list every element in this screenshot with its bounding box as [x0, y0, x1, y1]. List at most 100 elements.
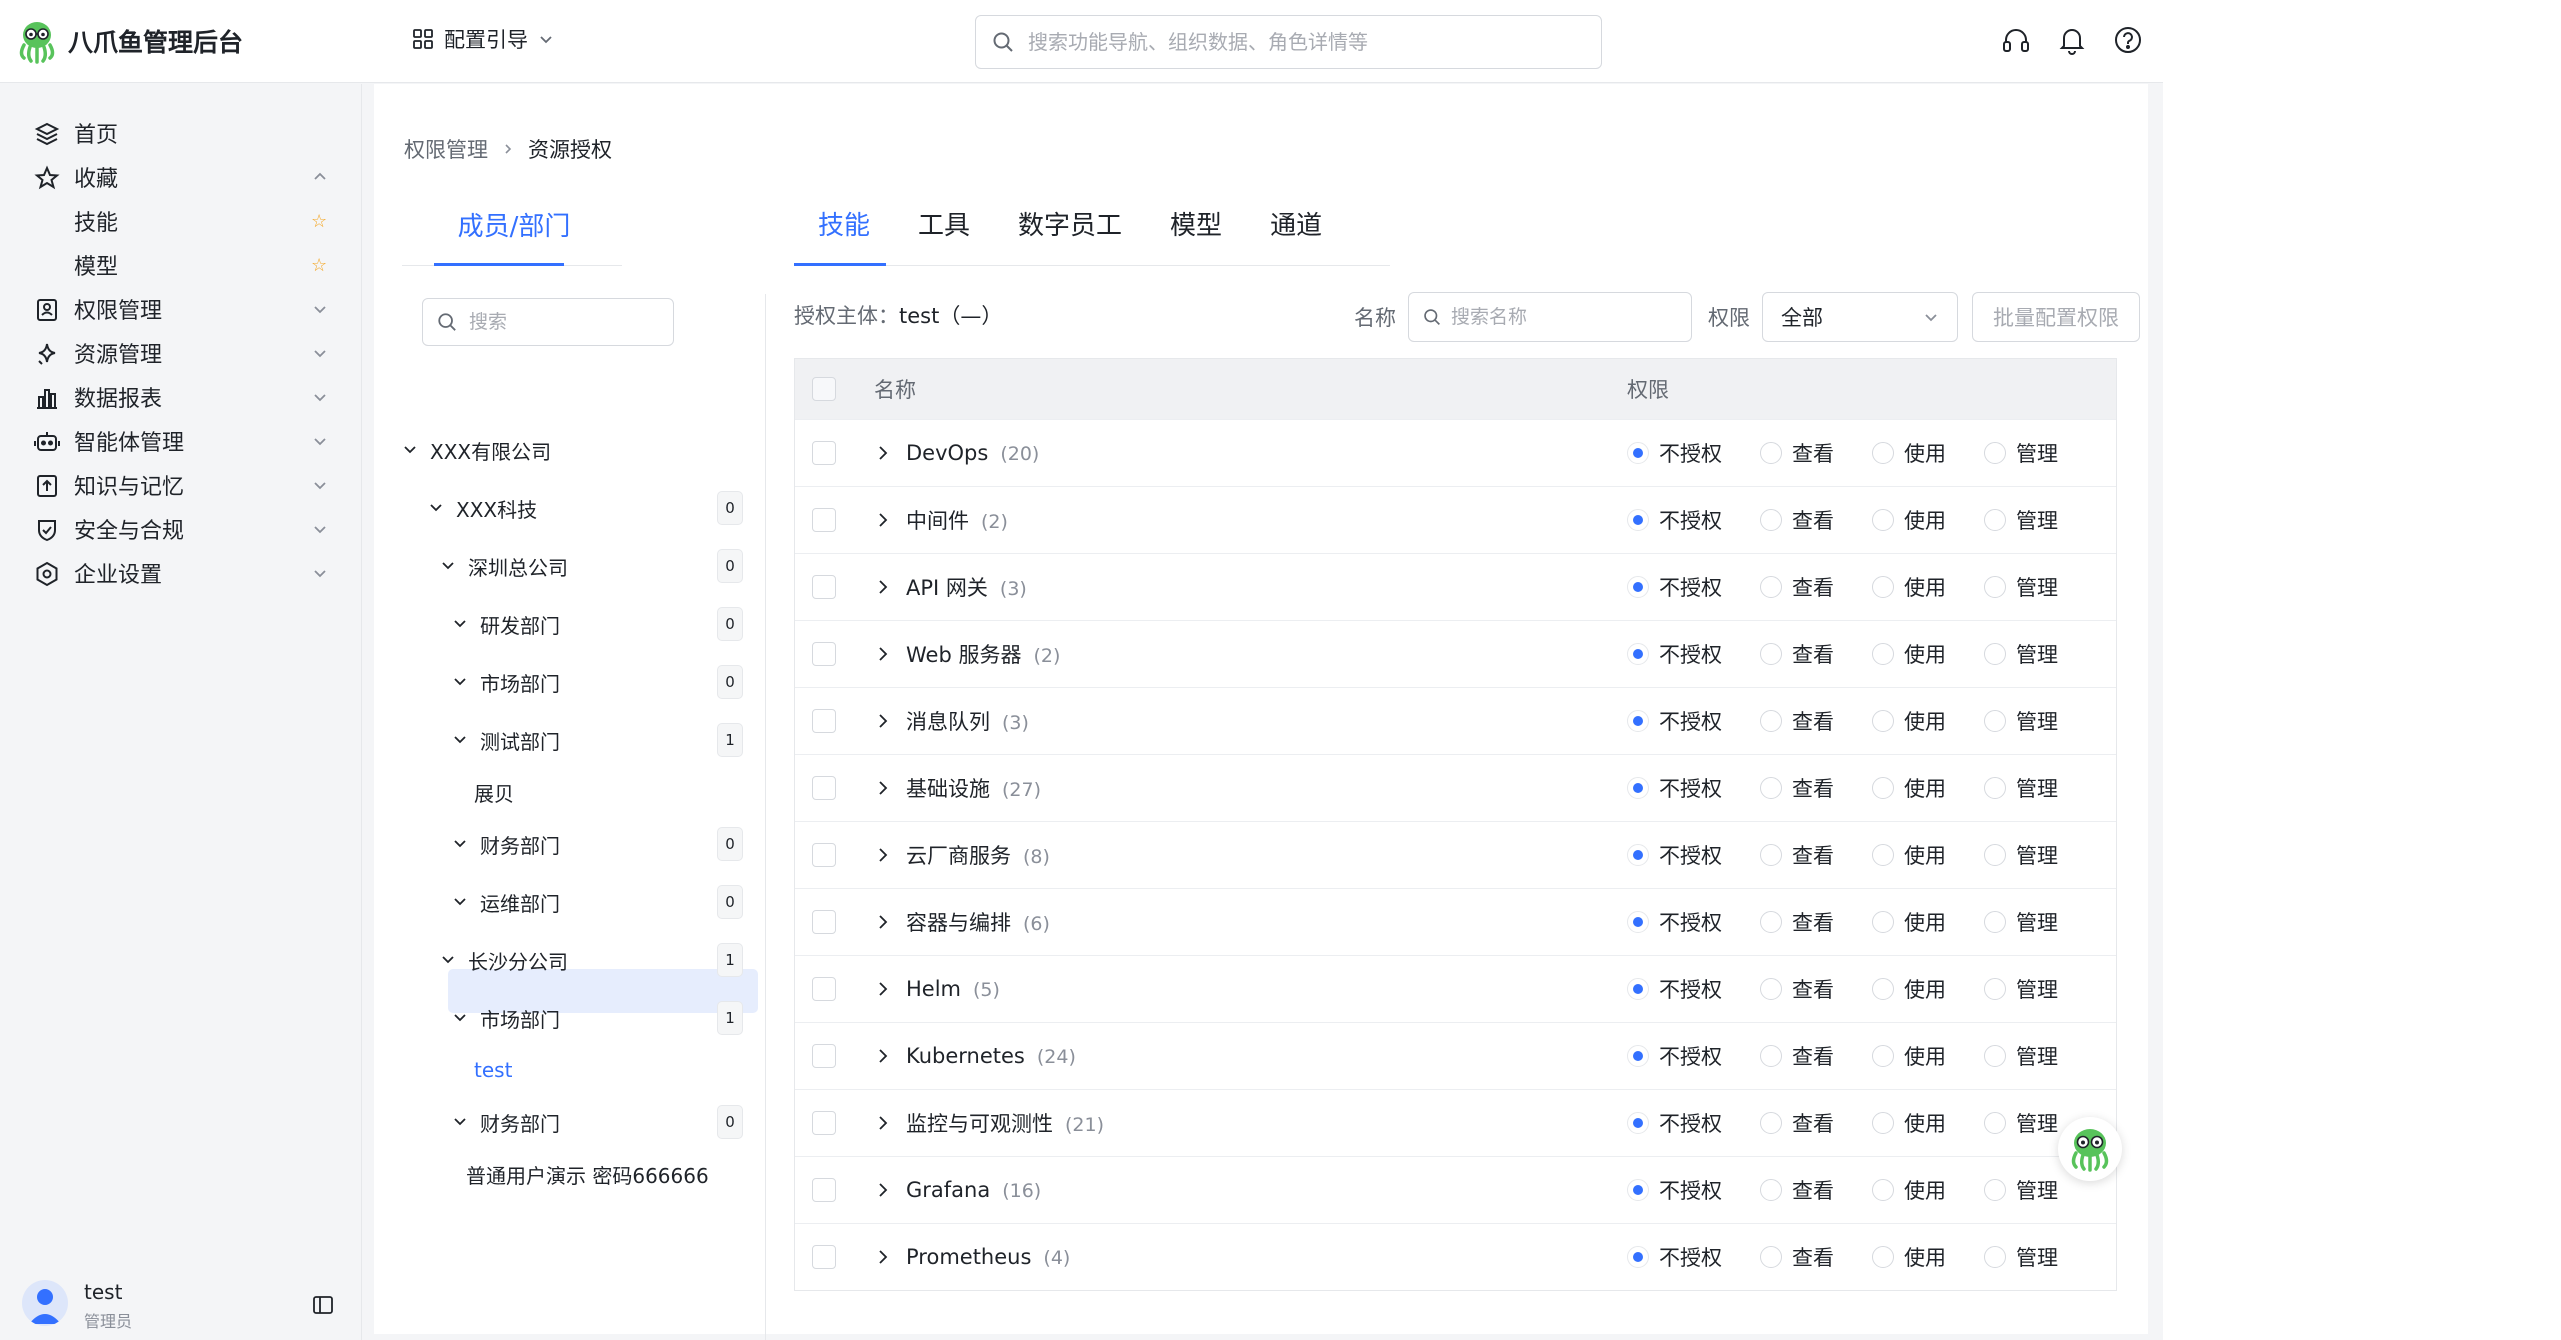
chevron-right-icon[interactable]: [873, 1113, 893, 1133]
tree-node[interactable]: 财务部门: [452, 1102, 560, 1142]
chevron-down-icon[interactable]: [452, 728, 472, 752]
radio-dot[interactable]: [1627, 777, 1649, 799]
row-checkbox[interactable]: [812, 441, 836, 465]
perm-radio[interactable]: 使用: [1872, 1175, 1946, 1205]
radio-dot[interactable]: [1984, 710, 2006, 732]
global-search[interactable]: [975, 15, 1602, 69]
chevron-right-icon[interactable]: [873, 1180, 893, 1200]
row-checkbox[interactable]: [812, 508, 836, 532]
radio-dot[interactable]: [1984, 442, 2006, 464]
chevron-down-icon[interactable]: [452, 890, 472, 914]
radio-dot[interactable]: [1627, 844, 1649, 866]
name-filter-input[interactable]: [1451, 306, 1681, 328]
perm-radio[interactable]: 使用: [1872, 907, 1946, 937]
perm-radio[interactable]: 不授权: [1627, 1041, 1722, 1071]
row-checkbox[interactable]: [812, 1178, 836, 1202]
tree-node[interactable]: XXX科技: [428, 488, 537, 528]
perm-radio[interactable]: 使用: [1872, 572, 1946, 602]
tree-node[interactable]: 长沙分公司: [440, 940, 568, 980]
perm-radio[interactable]: 查看: [1760, 1175, 1834, 1205]
sidebar-item-enterprise-settings[interactable]: 企业设置: [0, 543, 362, 603]
tree-node[interactable]: test: [474, 1050, 512, 1090]
radio-dot[interactable]: [1984, 1179, 2006, 1201]
perm-radio[interactable]: 不授权: [1627, 706, 1722, 736]
radio-dot[interactable]: [1872, 844, 1894, 866]
chevron-right-icon[interactable]: [873, 979, 893, 999]
perm-radio[interactable]: 不授权: [1627, 572, 1722, 602]
perm-radio[interactable]: 使用: [1872, 974, 1946, 1004]
tree-node[interactable]: 深圳总公司: [440, 546, 568, 586]
perm-filter-select[interactable]: 全部: [1762, 292, 1958, 342]
radio-dot[interactable]: [1984, 777, 2006, 799]
perm-radio[interactable]: 查看: [1760, 1242, 1834, 1272]
perm-radio[interactable]: 不授权: [1627, 907, 1722, 937]
tab-digital-employees[interactable]: 数字员工: [994, 206, 1146, 251]
perm-radio[interactable]: 管理: [1984, 1108, 2058, 1138]
chevron-down-icon[interactable]: [452, 612, 472, 636]
perm-radio[interactable]: 查看: [1760, 639, 1834, 669]
perm-radio[interactable]: 使用: [1872, 1041, 1946, 1071]
radio-dot[interactable]: [1760, 1045, 1782, 1067]
perm-radio[interactable]: 管理: [1984, 1175, 2058, 1205]
user-profile[interactable]: test 管理员: [20, 1280, 350, 1340]
radio-dot[interactable]: [1984, 1045, 2006, 1067]
perm-radio[interactable]: 管理: [1984, 773, 2058, 803]
radio-dot[interactable]: [1984, 844, 2006, 866]
tree-node[interactable]: 市场部门: [452, 662, 560, 702]
assistant-float-button[interactable]: [2058, 1117, 2122, 1181]
row-checkbox[interactable]: [812, 1044, 836, 1068]
tree-node[interactable]: 普通用户演示 密码666666: [466, 1154, 709, 1194]
help-icon[interactable]: [2113, 25, 2143, 55]
perm-radio[interactable]: 不授权: [1627, 1108, 1722, 1138]
tree-node[interactable]: 市场部门: [452, 998, 560, 1038]
perm-radio[interactable]: 查看: [1760, 706, 1834, 736]
perm-radio[interactable]: 查看: [1760, 438, 1834, 468]
perm-radio[interactable]: 管理: [1984, 1242, 2058, 1272]
chevron-down-icon[interactable]: [452, 670, 472, 694]
row-checkbox[interactable]: [812, 575, 836, 599]
sidebar-collapse-icon[interactable]: [312, 1294, 334, 1316]
radio-dot[interactable]: [1627, 1112, 1649, 1134]
radio-dot[interactable]: [1984, 1246, 2006, 1268]
radio-dot[interactable]: [1760, 777, 1782, 799]
perm-radio[interactable]: 不授权: [1627, 773, 1722, 803]
radio-dot[interactable]: [1984, 509, 2006, 531]
radio-dot[interactable]: [1760, 1179, 1782, 1201]
perm-radio[interactable]: 使用: [1872, 438, 1946, 468]
row-checkbox[interactable]: [812, 910, 836, 934]
bell-icon[interactable]: [2057, 25, 2087, 55]
radio-dot[interactable]: [1627, 643, 1649, 665]
tab-members-departments[interactable]: 成员/部门: [434, 206, 594, 251]
perm-radio[interactable]: 不授权: [1627, 438, 1722, 468]
radio-dot[interactable]: [1627, 509, 1649, 531]
perm-radio[interactable]: 查看: [1760, 505, 1834, 535]
radio-dot[interactable]: [1984, 978, 2006, 1000]
perm-radio[interactable]: 查看: [1760, 907, 1834, 937]
chevron-down-icon[interactable]: [452, 1006, 472, 1030]
chevron-right-icon[interactable]: [873, 1247, 893, 1267]
chevron-down-icon[interactable]: [428, 496, 448, 520]
radio-dot[interactable]: [1872, 1179, 1894, 1201]
radio-dot[interactable]: [1872, 710, 1894, 732]
radio-dot[interactable]: [1872, 1246, 1894, 1268]
chevron-right-icon[interactable]: [873, 1046, 893, 1066]
chevron-right-icon[interactable]: [873, 778, 893, 798]
tree-node[interactable]: XXX有限公司: [402, 430, 551, 470]
perm-radio[interactable]: 查看: [1760, 1108, 1834, 1138]
perm-radio[interactable]: 查看: [1760, 974, 1834, 1004]
chevron-down-icon[interactable]: [440, 948, 460, 972]
radio-dot[interactable]: [1760, 509, 1782, 531]
row-checkbox[interactable]: [812, 642, 836, 666]
radio-dot[interactable]: [1984, 643, 2006, 665]
perm-radio[interactable]: 不授权: [1627, 639, 1722, 669]
perm-radio[interactable]: 管理: [1984, 974, 2058, 1004]
radio-dot[interactable]: [1760, 978, 1782, 1000]
perm-radio[interactable]: 查看: [1760, 1041, 1834, 1071]
perm-radio[interactable]: 不授权: [1627, 505, 1722, 535]
perm-radio[interactable]: 查看: [1760, 572, 1834, 602]
radio-dot[interactable]: [1627, 576, 1649, 598]
perm-radio[interactable]: 管理: [1984, 1041, 2058, 1071]
perm-radio[interactable]: 管理: [1984, 907, 2058, 937]
tree-node[interactable]: 展贝: [474, 772, 514, 812]
row-checkbox[interactable]: [812, 776, 836, 800]
